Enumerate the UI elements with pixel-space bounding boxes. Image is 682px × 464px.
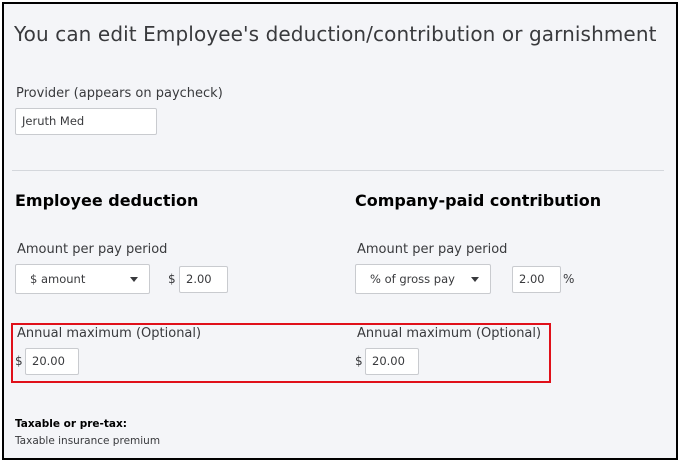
company-annual-currency-symbol: $ [355,354,363,368]
company-annual-optional: (Optional) [475,326,542,341]
employee-currency-symbol: $ [168,272,176,286]
chevron-down-icon [130,277,138,282]
company-amount-input[interactable]: 2.00 [512,266,561,293]
employee-amount-type-value: $ amount [30,272,86,286]
tax-type-label: Taxable or pre-tax: [15,418,127,430]
provider-input[interactable]: Jeruth Med [15,108,157,135]
company-annual-label: Annual maximum (Optional) [357,326,542,341]
company-amount-type-select[interactable]: % of gross pay [355,264,491,294]
employee-deduction-heading: Employee deduction [15,191,199,210]
employee-amount-label: Amount per pay period [17,242,168,257]
section-divider [12,170,664,171]
employee-amount-type-select[interactable]: $ amount [15,264,150,294]
employee-annual-label: Annual maximum (Optional) [17,326,202,341]
tax-type-value: Taxable insurance premium [15,435,161,447]
company-annual-maximum-input[interactable]: 20.00 [365,348,419,375]
employee-annual-currency-symbol: $ [15,354,23,368]
chevron-down-icon [471,277,479,282]
employee-amount-input[interactable]: 2.00 [179,266,228,293]
page-title: You can edit Employee's deduction/contri… [14,22,657,46]
employee-annual-maximum-input[interactable]: 20.00 [25,348,79,375]
company-percent-symbol: % [563,272,575,286]
edit-deduction-panel: You can edit Employee's deduction/contri… [2,2,678,460]
company-amount-label: Amount per pay period [357,242,508,257]
employee-annual-optional: (Optional) [135,326,202,341]
provider-label: Provider (appears on paycheck) [16,86,223,101]
company-contribution-heading: Company-paid contribution [355,191,602,210]
company-amount-type-value: % of gross pay [370,272,455,286]
